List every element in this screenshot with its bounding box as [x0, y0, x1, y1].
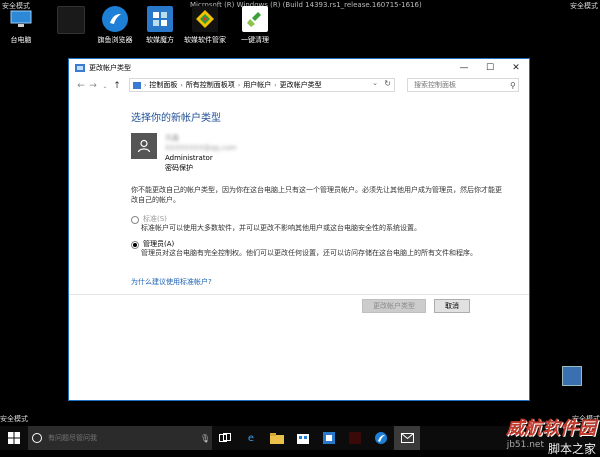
broom-icon [242, 6, 268, 32]
forward-arrow-icon[interactable]: → [87, 81, 99, 91]
back-arrow-icon[interactable]: ← [75, 81, 87, 91]
cortana-icon [32, 433, 42, 443]
breadcrumb-change-account-type[interactable]: 更改帐户类型 [280, 80, 322, 90]
softmedia-icon[interactable] [316, 426, 342, 450]
title-bar[interactable]: 更改帐户类型 — ☐ ✕ [69, 59, 529, 76]
recent-locations-icon[interactable]: ⌄ [99, 83, 111, 90]
search-icon[interactable]: ⚲ [510, 81, 516, 90]
computer-icon [8, 6, 34, 32]
rubik-cube-icon [147, 6, 173, 32]
floating-window-thumbnail-icon[interactable] [562, 366, 582, 386]
safe-mode-label-bottom-left: 安全模式 [0, 415, 28, 423]
breadcrumb-user-accounts[interactable]: 用户帐户 [243, 80, 271, 90]
up-arrow-icon[interactable]: ↑ [111, 81, 123, 91]
account-card: 讯鑫 XXXXXXXX@qq.com Administrator 密码保护 [131, 133, 236, 173]
minimize-button[interactable]: — [451, 59, 477, 76]
desktop-icon-label: 旗鱼浏览器 [97, 36, 133, 44]
site-watermark: 威航软件园 jb51.net 脚本之家 [506, 414, 596, 457]
microphone-icon[interactable]: 🎙 [200, 434, 210, 443]
watermark-logo: 威航软件园 [506, 418, 596, 439]
desktop-icon-label: 一键清理 [241, 36, 269, 44]
main-content: 选择你的新帐户类型 讯鑫 XXXXXXXX@qq.com Administrat… [131, 109, 511, 286]
divider [69, 294, 529, 295]
start-button[interactable] [0, 426, 28, 450]
file-explorer-icon[interactable] [264, 426, 290, 450]
control-panel-small-icon [133, 81, 141, 89]
address-bar-row: ← → ⌄ ↑ › 控制面板 › 所有控制面板项 › 用户帐户 › 更改帐户类型… [69, 77, 529, 95]
browser-icon [102, 6, 128, 32]
watermark-site-name: 脚本之家 [547, 442, 596, 456]
blank-icon [57, 6, 85, 34]
mail-icon[interactable] [394, 426, 420, 450]
option-standard-description: 标准帐户可以使用大多数软件，并可以更改不影响其他用户或这台电脑安全性的系统设置。 [141, 224, 421, 232]
edge-icon[interactable]: e [238, 426, 264, 450]
close-button[interactable]: ✕ [503, 59, 529, 76]
desktop-icon-software-manager[interactable]: 软媒软件管家 [180, 6, 230, 45]
account-name: 讯鑫 [165, 134, 179, 142]
desktop-icon-cleanup[interactable]: 一键清理 [230, 6, 280, 45]
account-email: XXXXXXXX@qq.com [165, 144, 237, 152]
account-role: Administrator [165, 154, 213, 162]
breadcrumb-all-items[interactable]: 所有控制面板项 [186, 80, 235, 90]
address-bar[interactable]: › 控制面板 › 所有控制面板项 › 用户帐户 › 更改帐户类型 ⌄ ↻ [129, 78, 395, 92]
address-dropdown-icon[interactable]: ⌄ [372, 79, 378, 87]
search-input[interactable] [412, 80, 510, 90]
task-view-icon[interactable] [212, 426, 238, 450]
why-standard-account-link[interactable]: 为什么建议使用标准帐户? [131, 277, 212, 287]
control-panel-icon [75, 63, 85, 72]
maximize-button[interactable]: ☐ [477, 59, 503, 76]
watermark-domain: jb51.net [506, 440, 544, 450]
refresh-icon[interactable]: ↻ [384, 79, 391, 88]
taskbar-search-input[interactable] [46, 433, 200, 443]
desktop-icon-rubik[interactable]: 软媒魔方 [135, 6, 185, 45]
safe-mode-label-top-right: 安全模式 [570, 2, 598, 10]
software-manager-icon [192, 6, 218, 32]
cancel-button[interactable]: 取消 [434, 299, 470, 313]
change-account-type-window: 更改帐户类型 — ☐ ✕ ← → ⌄ ↑ › 控制面板 › 所有控制面板项 › … [68, 58, 530, 401]
avatar [131, 133, 157, 159]
cortana-search-box[interactable]: 🎙 [28, 426, 212, 450]
window-title: 更改帐户类型 [89, 63, 131, 72]
store-icon[interactable] [290, 426, 316, 450]
browser-icon[interactable] [368, 426, 394, 450]
user-icon [137, 139, 151, 153]
desktop-icon-browser[interactable]: 旗鱼浏览器 [90, 6, 140, 45]
change-account-type-button[interactable]: 更改帐户类型 [362, 299, 426, 313]
desktop-icon-label: 台电脑 [10, 36, 32, 44]
breadcrumb-control-panel[interactable]: 控制面板 [149, 80, 177, 90]
option-administrator-description: 管理员对这台电脑有完全控制权。他们可以更改任何设置，还可以访问存储在这台电脑上的… [141, 249, 477, 257]
account-protection: 密码保护 [165, 164, 193, 172]
desktop-icon-this-pc[interactable]: 台电脑 [0, 6, 46, 45]
control-panel-search[interactable]: ⚲ [407, 78, 519, 92]
account-type-notice: 你不能更改自己的帐户类型，因为你在这台电脑上只有这一个管理员帐户。必须先让其他用… [131, 186, 502, 204]
desktop-icon-empty[interactable] [46, 6, 96, 37]
desktop-icon-label: 软媒魔方 [146, 36, 174, 44]
windows-logo-icon [8, 432, 20, 444]
photoshop-icon[interactable] [342, 426, 368, 450]
page-title: 选择你的新帐户类型 [131, 113, 221, 124]
desktop-icon-label: 软媒软件管家 [184, 36, 226, 44]
